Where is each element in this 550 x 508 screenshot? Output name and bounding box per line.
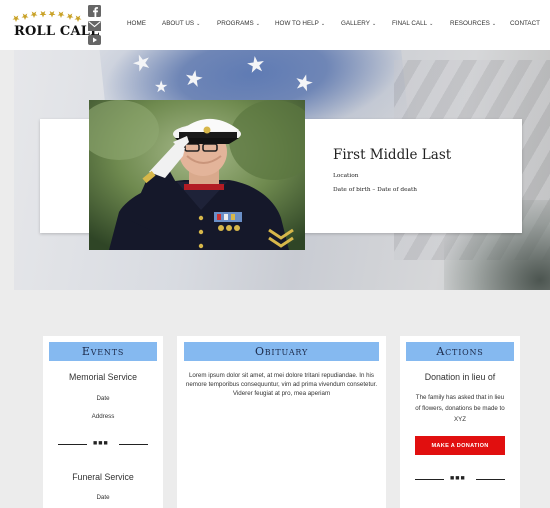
chevron-down-icon: ⌄ bbox=[491, 20, 497, 27]
stars-arc-icon bbox=[12, 11, 82, 22]
life-dates: Date of birth – Date of death bbox=[333, 187, 418, 193]
main-nav: HOME ABOUT US ⌄ PROGRAMS ⌄ HOW TO HELP ⌄ GA… bbox=[127, 20, 542, 27]
flag-star-icon: ★ bbox=[182, 64, 206, 93]
flag-star-icon: ★ bbox=[154, 79, 169, 96]
nav-about-us[interactable]: ABOUT US ⌄ bbox=[162, 20, 217, 27]
event-title: Memorial Service bbox=[69, 372, 137, 382]
location-text: Location bbox=[333, 173, 359, 179]
event-address: Address bbox=[91, 413, 115, 420]
nav-gallery[interactable]: GALLERY ⌄ bbox=[341, 20, 392, 27]
site-header: ROLL CALL HOME ABOUT US ⌄ PROGRAMS ⌄ HOW T… bbox=[0, 0, 550, 50]
obituary-heading: Obituary bbox=[184, 342, 379, 361]
logo-wordmark: ROLL CALL bbox=[14, 24, 100, 39]
donation-title: Donation in lieu of bbox=[424, 372, 496, 382]
site-logo[interactable]: ROLL CALL bbox=[12, 11, 99, 41]
chevron-down-icon: ⌄ bbox=[255, 20, 260, 27]
make-donation-button[interactable]: MAKE A DONATION bbox=[415, 436, 505, 455]
nav-how-to-help[interactable]: HOW TO HELP ⌄ bbox=[275, 20, 341, 27]
veteran-photo bbox=[89, 100, 305, 250]
chevron-down-icon: ⌄ bbox=[320, 20, 326, 27]
profile-details: First Middle Last Location Date of birth… bbox=[333, 147, 513, 193]
page: ROLL CALL HOME ABOUT US ⌄ PROGRAMS ⌄ HOW T… bbox=[0, 0, 550, 508]
chevron-down-icon: ⌄ bbox=[371, 20, 377, 27]
nav-contact[interactable]: CONTACT bbox=[510, 20, 542, 27]
social-links bbox=[88, 5, 103, 45]
events-heading: Events bbox=[49, 342, 157, 361]
chevron-down-icon: ⌄ bbox=[429, 20, 434, 27]
nav-home[interactable]: HOME bbox=[127, 20, 162, 27]
flag-star-icon: ★ bbox=[244, 50, 268, 79]
event-title: Funeral Service bbox=[72, 472, 134, 482]
section-divider: ■■■ bbox=[58, 440, 148, 447]
nav-resources[interactable]: RESOURCES ⌄ bbox=[450, 20, 510, 27]
deceased-name: First Middle Last bbox=[333, 147, 452, 163]
nav-programs[interactable]: PROGRAMS ⌄ bbox=[217, 20, 275, 27]
obituary-text: Lorem ipsum dolor sit amet, at mei dolor… bbox=[185, 372, 378, 397]
actions-heading: Actions bbox=[406, 342, 514, 361]
obituary-panel bbox=[177, 336, 386, 508]
donation-text-line: of flowers, donations be made to bbox=[415, 405, 505, 412]
youtube-icon[interactable] bbox=[88, 35, 101, 45]
email-icon[interactable] bbox=[88, 21, 101, 31]
donation-text-line: XYZ bbox=[453, 416, 467, 423]
events-panel bbox=[43, 336, 163, 508]
facebook-icon[interactable] bbox=[88, 5, 101, 17]
section-divider: ■■■ bbox=[415, 475, 505, 482]
event-date: Date bbox=[96, 395, 110, 402]
event-date: Date bbox=[96, 494, 110, 501]
donation-text-line: The family has asked that in lieu bbox=[415, 394, 505, 401]
nav-final-call[interactable]: FINAL CALL ⌄ bbox=[392, 20, 450, 27]
chevron-down-icon: ⌄ bbox=[196, 20, 201, 27]
